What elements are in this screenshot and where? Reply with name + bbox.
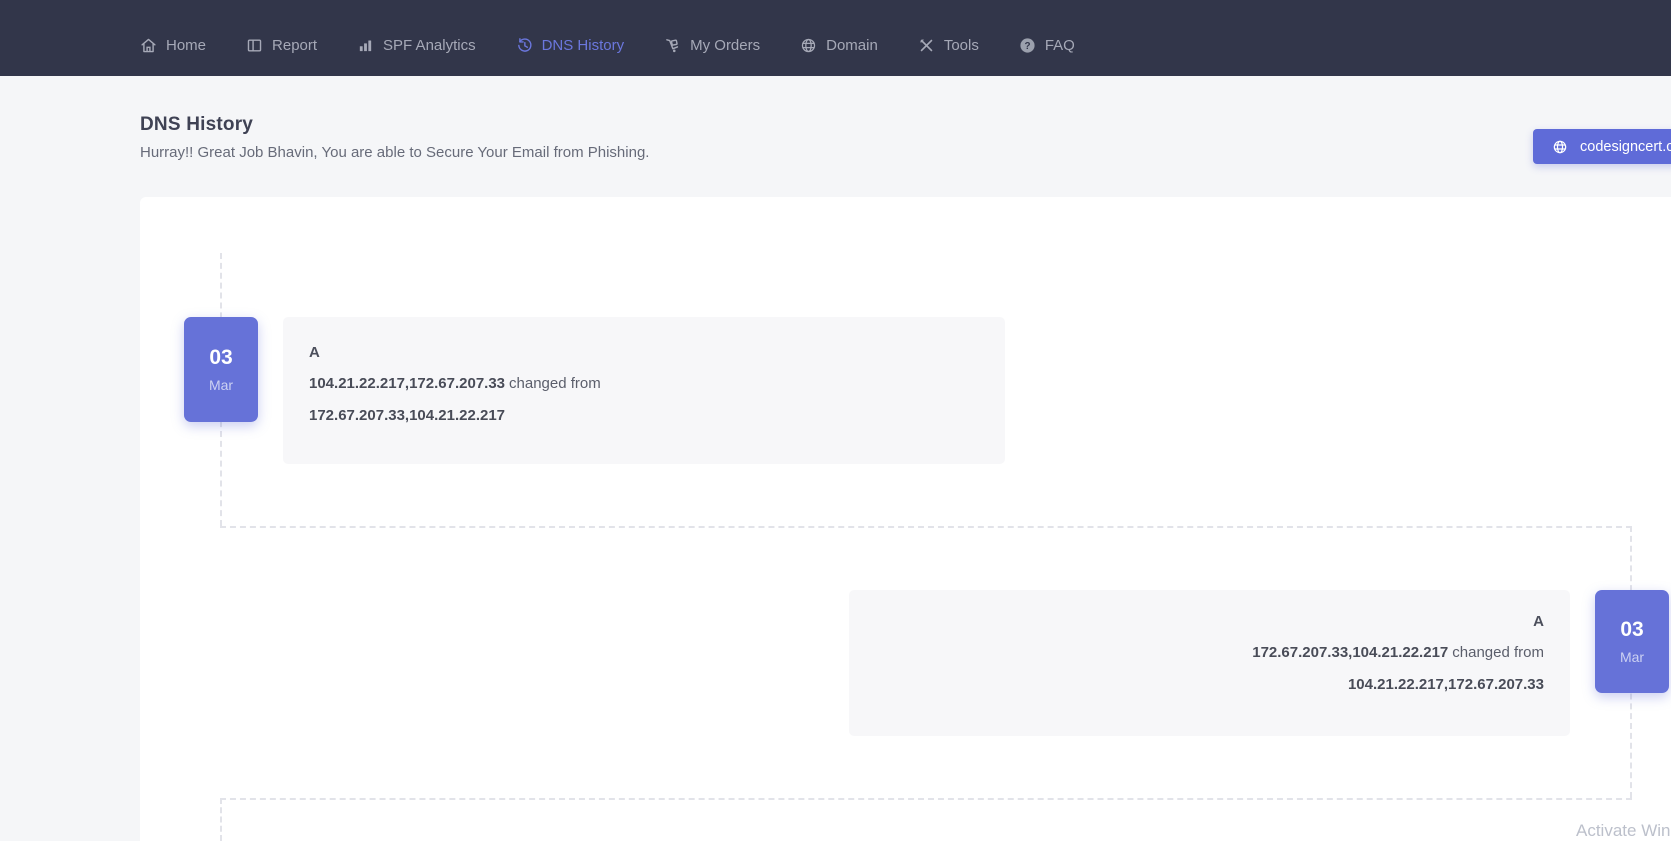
record-change-line: 172.67.207.33,104.21.22.217changed from — [875, 643, 1544, 662]
tools-icon — [918, 37, 935, 54]
current-domain-label: codesigncert.co — [1580, 139, 1671, 155]
nav-item-tools[interactable]: Tools — [918, 37, 979, 54]
main-navbar: Home Report SPF Analytics DNS Histo — [0, 0, 1671, 76]
globe-icon — [800, 37, 817, 54]
current-domain-button[interactable]: codesigncert.co — [1533, 129, 1671, 164]
nav-label-spf-analytics: SPF Analytics — [383, 37, 476, 54]
dns-history-panel — [140, 197, 1671, 841]
nav-label-domain: Domain — [826, 37, 878, 54]
record-change-label: changed from — [509, 375, 601, 392]
record-change-label: changed from — [1452, 644, 1544, 661]
record-old-value: 172.67.207.33,104.21.22.217 — [309, 407, 505, 424]
date-month: Mar — [209, 377, 233, 393]
nav-item-dns-history[interactable]: DNS History — [516, 37, 625, 54]
timeline-date-badge: 03 Mar — [1595, 590, 1669, 693]
timeline-date-badge: 03 Mar — [184, 317, 258, 422]
date-day: 03 — [1620, 618, 1643, 642]
nav-item-domain[interactable]: Domain — [800, 37, 878, 54]
nav-label-my-orders: My Orders — [690, 37, 760, 54]
nav-item-spf-analytics[interactable]: SPF Analytics — [357, 37, 476, 54]
record-old-line: 104.21.22.217,172.67.207.33 — [875, 675, 1544, 694]
record-type: A — [309, 344, 979, 361]
dns-history-page: Home Report SPF Analytics DNS Histo — [0, 0, 1671, 841]
question-icon: ? — [1019, 37, 1036, 54]
timeline-connector — [220, 798, 222, 841]
nav-item-faq[interactable]: ? FAQ — [1019, 37, 1075, 54]
record-new-value: 104.21.22.217,172.67.207.33 — [309, 375, 505, 392]
globe-icon — [1552, 139, 1568, 155]
nav-item-home[interactable]: Home — [140, 37, 206, 54]
record-type: A — [875, 613, 1544, 630]
record-new-value: 172.67.207.33,104.21.22.217 — [1252, 644, 1448, 661]
record-old-value: 104.21.22.217,172.67.207.33 — [1348, 676, 1544, 693]
timeline-connector — [220, 526, 1632, 528]
cart-icon — [664, 37, 681, 54]
nav-label-dns-history: DNS History — [542, 37, 625, 54]
nav-label-tools: Tools — [944, 37, 979, 54]
bar-chart-icon — [357, 37, 374, 54]
dns-record-change-card: A 172.67.207.33,104.21.22.217changed fro… — [849, 590, 1570, 736]
nav-label-home: Home — [166, 37, 206, 54]
nav-item-report[interactable]: Report — [246, 37, 317, 54]
record-change-line: 104.21.22.217,172.67.207.33changed from — [309, 374, 979, 393]
timeline-connector — [220, 798, 1632, 800]
home-icon — [140, 37, 157, 54]
date-month: Mar — [1620, 649, 1644, 665]
page-subtitle: Hurray!! Great Job Bhavin, You are able … — [140, 144, 649, 161]
nav-label-report: Report — [272, 37, 317, 54]
nav-label-faq: FAQ — [1045, 37, 1075, 54]
record-old-line: 172.67.207.33,104.21.22.217 — [309, 406, 979, 425]
date-day: 03 — [209, 346, 232, 370]
dns-record-change-card: A 104.21.22.217,172.67.207.33changed fro… — [283, 317, 1005, 464]
page-title: DNS History — [140, 114, 253, 136]
history-icon — [516, 37, 533, 54]
report-icon — [246, 37, 263, 54]
nav-item-my-orders[interactable]: My Orders — [664, 37, 760, 54]
question-glyph: ? — [1024, 41, 1030, 52]
